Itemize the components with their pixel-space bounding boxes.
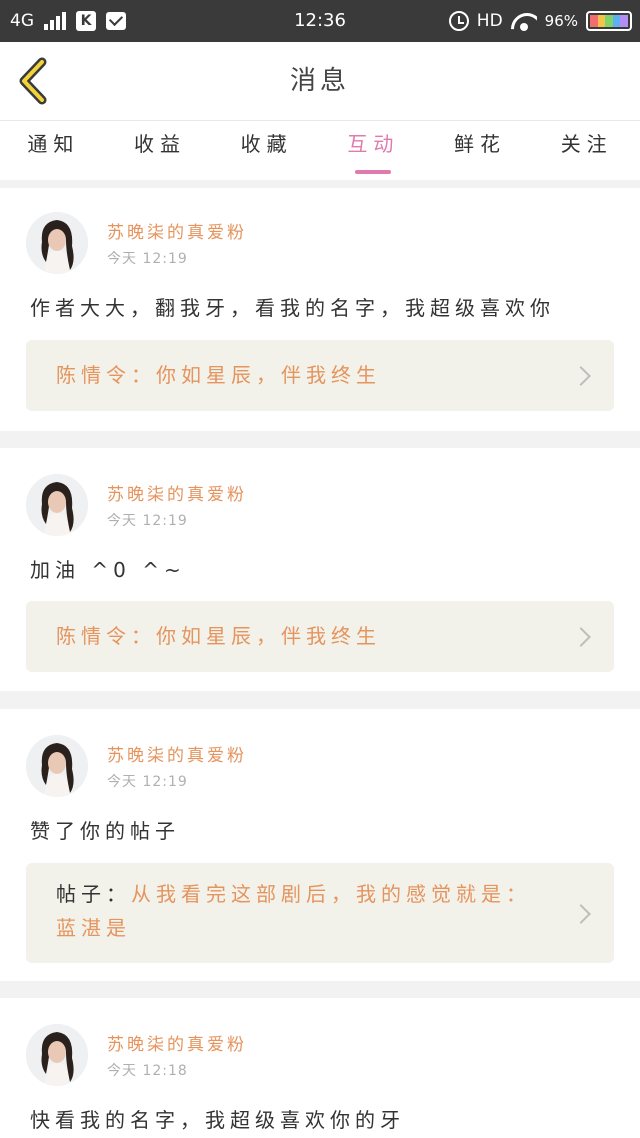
mail-icon	[106, 12, 126, 30]
timestamp: 今天 12:19	[107, 513, 188, 529]
message-card[interactable]: 苏晚柒的真爱粉 今天 12:18 快看我的名字，我超级喜欢你的牙	[0, 998, 640, 1138]
avatar-image	[26, 212, 88, 274]
tab-earnings[interactable]: 收益	[107, 121, 214, 180]
avatar[interactable]	[26, 474, 88, 536]
network-type: 4G	[10, 11, 34, 31]
chevron-right-icon	[571, 366, 591, 386]
app-header: 消息	[0, 42, 640, 120]
avatar-image	[26, 1024, 88, 1086]
avatar[interactable]	[26, 1024, 88, 1086]
tab-interactions[interactable]: 互动	[320, 121, 427, 180]
username[interactable]: 苏晚柒的真爱粉	[107, 1030, 247, 1055]
username[interactable]: 苏晚柒的真爱粉	[107, 480, 247, 505]
tab-notifications[interactable]: 通知	[0, 121, 107, 180]
message-text: 赞了你的帖子	[30, 819, 180, 843]
battery-percent: 96%	[544, 12, 578, 30]
message-card[interactable]: 苏晚柒的真爱粉 今天 12:19 加油 ^0 ^~ 陈情令：你如星辰，伴我终生	[0, 448, 640, 691]
wifi-icon	[511, 11, 537, 31]
avatar[interactable]	[26, 735, 88, 797]
tab-flowers[interactable]: 鲜花	[427, 121, 534, 180]
hd-indicator: HD	[476, 11, 503, 31]
message-text: 快看我的名字，我超级喜欢你的牙	[30, 1108, 405, 1132]
tab-following[interactable]: 关注	[533, 121, 640, 180]
page-title: 消息	[289, 66, 350, 96]
quote-text: 陈情令：你如星辰，伴我终生	[56, 624, 381, 648]
quoted-post[interactable]: 陈情令：你如星辰，伴我终生	[26, 601, 614, 672]
avatar-image	[26, 735, 88, 797]
username[interactable]: 苏晚柒的真爱粉	[107, 218, 247, 243]
timestamp: 今天 12:19	[107, 774, 188, 790]
username[interactable]: 苏晚柒的真爱粉	[107, 741, 247, 766]
chevron-right-icon	[571, 904, 591, 924]
timestamp: 今天 12:18	[107, 1063, 188, 1079]
timestamp: 今天 12:19	[107, 251, 188, 267]
status-bar: 4G K 12:36 HD 96%	[0, 0, 640, 42]
app-k-icon: K	[76, 11, 96, 31]
message-card[interactable]: 苏晚柒的真爱粉 今天 12:19 作者大大，翻我牙，看我的名字，我超级喜欢你 陈…	[0, 188, 640, 431]
alarm-icon	[448, 11, 469, 31]
signal-icon	[44, 12, 66, 30]
chevron-right-icon	[571, 627, 591, 647]
battery-icon	[586, 11, 632, 31]
quoted-post[interactable]: 帖子：从我看完这部剧后，我的感觉就是：蓝湛是	[26, 863, 614, 963]
quote-prefix: 帖子：	[56, 882, 131, 906]
avatar[interactable]	[26, 212, 88, 274]
tab-favorites[interactable]: 收藏	[213, 121, 320, 180]
tab-bar: 通知 收益 收藏 互动 鲜花 关注	[0, 120, 640, 180]
message-card[interactable]: 苏晚柒的真爱粉 今天 12:19 赞了你的帖子 帖子：从我看完这部剧后，我的感觉…	[0, 709, 640, 981]
message-text: 作者大大，翻我牙，看我的名字，我超级喜欢你	[30, 296, 555, 320]
message-text: 加油 ^0 ^~	[30, 558, 186, 582]
avatar-image	[26, 474, 88, 536]
quoted-post[interactable]: 陈情令：你如星辰，伴我终生	[26, 340, 614, 411]
quote-text: 陈情令：你如星辰，伴我终生	[56, 363, 381, 387]
